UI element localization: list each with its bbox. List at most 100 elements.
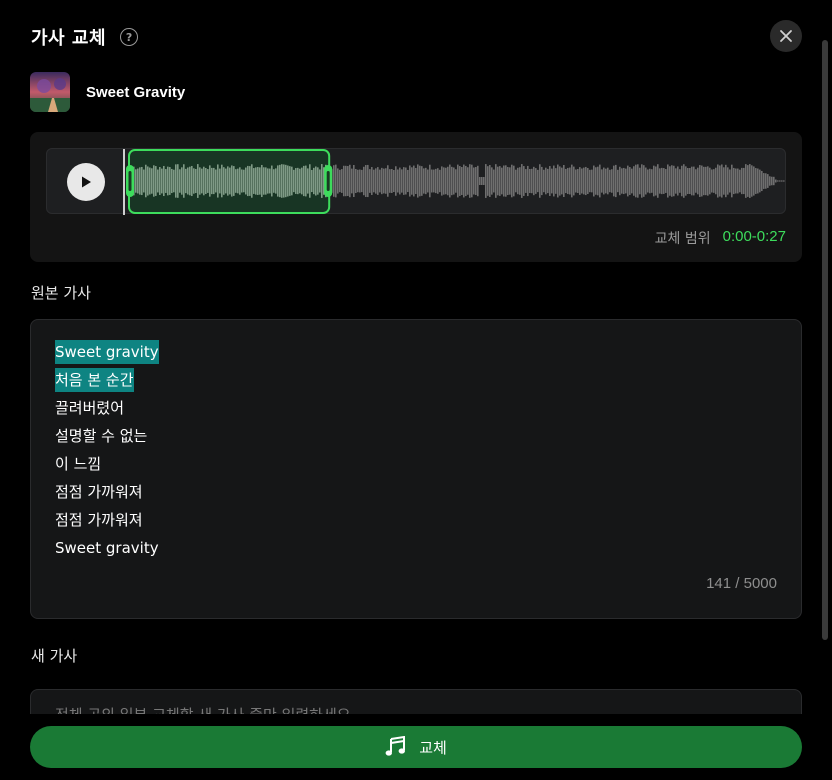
waveform-bar xyxy=(469,164,471,198)
waveform-bar xyxy=(709,167,711,195)
track-title: Sweet Gravity xyxy=(86,83,186,101)
waveform-bar xyxy=(401,169,403,193)
waveform-bar xyxy=(765,173,767,189)
waveform-bar xyxy=(351,168,353,194)
waveform-bar xyxy=(641,164,643,198)
waveform[interactable] xyxy=(47,149,787,215)
waveform-bar xyxy=(601,169,603,193)
waveform-bar xyxy=(683,164,685,198)
waveform-bar xyxy=(349,164,351,198)
waveform-bar xyxy=(583,167,585,195)
play-icon xyxy=(82,176,91,188)
waveform-bar xyxy=(577,169,579,193)
waveform-bar xyxy=(529,168,531,194)
waveform-bar xyxy=(497,166,499,196)
waveform-bar xyxy=(777,180,779,182)
waveform-bar xyxy=(147,166,149,196)
waveform-bar xyxy=(457,164,459,198)
question-circle-icon[interactable]: ? xyxy=(120,28,139,46)
waveform-bar xyxy=(241,169,243,193)
waveform-bar xyxy=(221,164,223,198)
scrollbar[interactable] xyxy=(822,40,828,640)
waveform-bar xyxy=(141,166,143,196)
waveform-bar xyxy=(309,164,311,198)
waveform-bar xyxy=(197,164,199,198)
waveform-bar xyxy=(303,165,305,197)
waveform-bar xyxy=(575,169,577,193)
waveform-bar xyxy=(569,167,571,195)
waveform-bar xyxy=(637,164,639,198)
waveform-bar xyxy=(477,165,479,197)
waveform-bar xyxy=(677,166,679,196)
waveform-bar xyxy=(783,180,785,182)
waveform-bar xyxy=(779,180,781,182)
lyric-line: 처음 본 순간 xyxy=(55,366,159,394)
waveform-bar xyxy=(291,166,293,196)
waveform-bar xyxy=(305,165,307,197)
waveform-bar xyxy=(657,164,659,198)
waveform-bar xyxy=(717,164,719,198)
waveform-bar xyxy=(423,168,425,194)
waveform-bar xyxy=(467,167,469,195)
waveform-bar xyxy=(629,167,631,195)
waveform-box[interactable] xyxy=(46,148,787,215)
waveform-bar xyxy=(297,167,299,195)
waveform-bar xyxy=(139,167,141,195)
replace-button[interactable]: 교체 xyxy=(30,726,802,768)
original-lyrics-box[interactable]: Sweet gravity 처음 본 순간 끌려버렸어 설명할 수 없는 이 느낌 점점 … xyxy=(30,319,802,619)
play-button[interactable] xyxy=(67,163,105,201)
waveform-bar xyxy=(751,165,753,197)
waveform-bar xyxy=(701,165,703,197)
lyric-line-text: 처음 본 순간 xyxy=(55,368,134,392)
waveform-bar xyxy=(615,164,617,198)
waveform-bar xyxy=(387,165,389,197)
waveform-bar xyxy=(385,168,387,194)
waveform-bar xyxy=(649,168,651,194)
waveform-bar xyxy=(759,169,761,193)
waveform-bar xyxy=(163,165,165,197)
waveform-bar xyxy=(275,168,277,194)
waveform-bar xyxy=(623,167,625,195)
waveform-bar xyxy=(465,165,467,197)
waveform-bar xyxy=(471,164,473,198)
waveform-bar xyxy=(335,164,337,198)
waveform-bar xyxy=(527,165,529,197)
waveform-bar xyxy=(311,169,313,193)
dialog-header: 가사 교체 ? xyxy=(31,22,139,52)
waveform-bar xyxy=(659,168,661,194)
waveform-bar xyxy=(697,167,699,195)
waveform-bar xyxy=(711,169,713,193)
waveform-bar xyxy=(463,164,465,198)
waveform-bar xyxy=(733,167,735,195)
waveform-bar xyxy=(399,167,401,195)
waveform-bar xyxy=(663,168,665,194)
close-button[interactable] xyxy=(770,20,802,52)
waveform-bar xyxy=(769,176,771,186)
waveform-bar xyxy=(685,166,687,196)
waveform-bar xyxy=(143,169,145,193)
waveform-bar xyxy=(153,165,155,197)
waveform-bar xyxy=(301,167,303,195)
waveform-bar xyxy=(355,168,357,194)
waveform-bar xyxy=(781,180,783,182)
new-lyrics-box[interactable] xyxy=(30,689,802,715)
range-value: 0:00-0:27 xyxy=(722,228,786,245)
waveform-bar xyxy=(213,167,215,195)
waveform-bar xyxy=(509,167,511,195)
waveform-bar xyxy=(603,167,605,195)
waveform-bar xyxy=(145,164,147,198)
lyric-line-text: Sweet gravity xyxy=(55,539,159,557)
waveform-bar xyxy=(613,165,615,197)
waveform-bar xyxy=(173,169,175,193)
waveform-bar xyxy=(695,169,697,193)
waveform-bar xyxy=(271,165,273,197)
waveform-bar xyxy=(619,166,621,196)
waveform-bar xyxy=(531,168,533,194)
waveform-bar xyxy=(403,167,405,195)
waveform-bar xyxy=(333,165,335,197)
waveform-bar xyxy=(517,167,519,195)
waveform-bar xyxy=(689,167,691,195)
waveform-bar xyxy=(475,167,477,195)
waveform-bar xyxy=(523,166,525,196)
waveform-bar xyxy=(171,168,173,194)
